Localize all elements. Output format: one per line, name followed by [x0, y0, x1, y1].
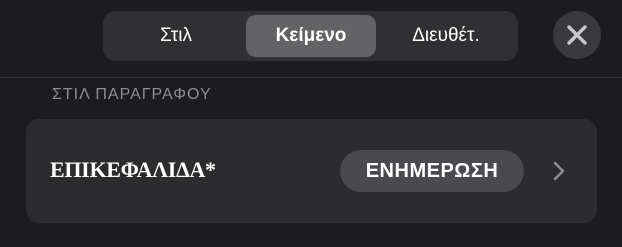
paragraph-style-name: ΕΠΙΚΕΦΑΛΙΔΑ*: [50, 157, 216, 182]
close-button[interactable]: [553, 11, 601, 59]
format-tab-control: Στιλ Κείμενο Διευθέτ.: [103, 11, 518, 61]
update-style-button[interactable]: ΕΝΗΜΕΡΩΣΗ: [340, 150, 524, 192]
tab-arrange[interactable]: Διευθέτ.: [378, 15, 514, 57]
paragraph-style-row[interactable]: ΕΠΙΚΕΦΑΛΙΔΑ* ΕΝΗΜΕΡΩΣΗ: [26, 119, 597, 223]
section-header-paragraph-style: ΣΤΙΛ ΠΑΡΑΓΡΑΦΟΥ: [52, 86, 212, 103]
chevron-right-icon[interactable]: [552, 160, 566, 182]
close-icon: [567, 25, 587, 45]
header-divider: [0, 77, 622, 78]
tab-text[interactable]: Κείμενο: [246, 15, 376, 57]
tab-style[interactable]: Στιλ: [108, 15, 244, 57]
